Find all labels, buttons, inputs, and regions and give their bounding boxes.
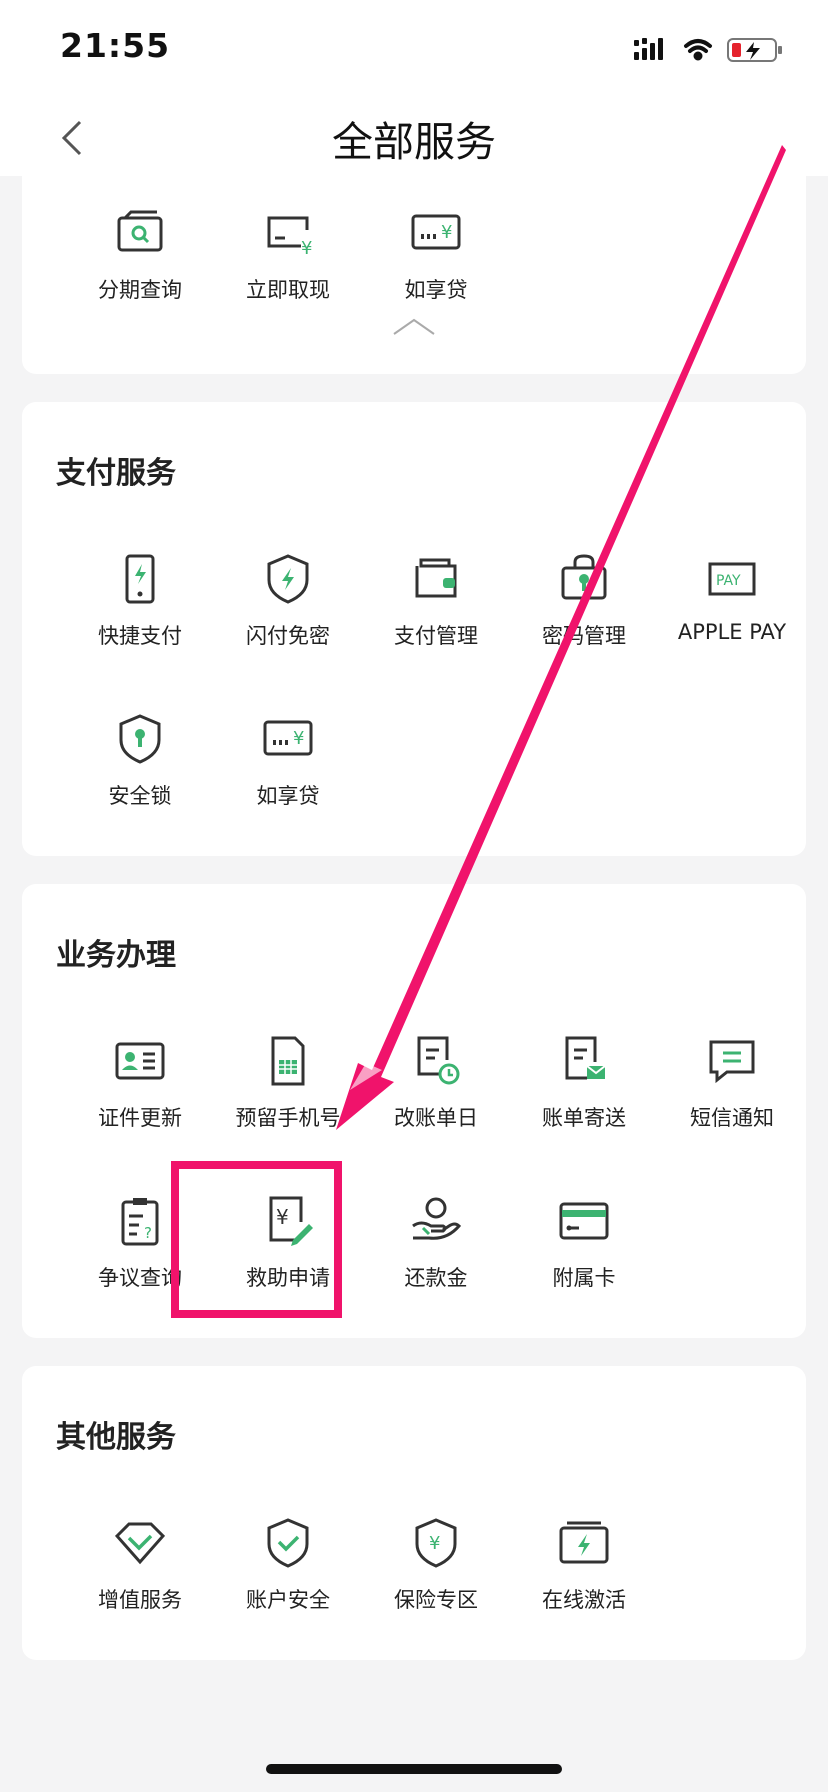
battery-icon bbox=[727, 38, 782, 62]
service-label: 短信通知 bbox=[690, 1106, 774, 1130]
section-title: 其他服务 bbox=[56, 1420, 176, 1455]
service-item-value-added[interactable]: 增值服务 bbox=[66, 1516, 214, 1636]
loan-icon: ¥ bbox=[263, 720, 313, 756]
nav-bar: 全部服务 bbox=[0, 100, 828, 176]
payment-services-card: 支付服务 快捷支付 闪付免密 支付管理 密码管理 PAY APPLE PAY 安… bbox=[22, 402, 806, 856]
section-title: 支付服务 bbox=[56, 456, 176, 491]
service-item-loan-2[interactable]: ¥ 如享贷 bbox=[214, 712, 362, 832]
status-bar: 21:55 bbox=[0, 0, 828, 100]
service-item-quick-pay[interactable]: 快捷支付 bbox=[66, 552, 214, 672]
svg-text:PAY: PAY bbox=[716, 573, 741, 589]
id-card-icon bbox=[115, 1042, 165, 1080]
service-label: 密码管理 bbox=[542, 624, 626, 648]
service-item-repayment-fund[interactable]: 还款金 bbox=[362, 1194, 510, 1314]
service-item-loan[interactable]: ¥ 如享贷 bbox=[362, 206, 510, 326]
repayment-icon bbox=[412, 1197, 462, 1240]
service-label: 保险专区 bbox=[394, 1588, 478, 1612]
service-item-installment-query[interactable]: 分期查询 bbox=[66, 206, 214, 326]
service-label: 支付管理 bbox=[394, 624, 478, 648]
service-label: 快捷支付 bbox=[98, 624, 182, 648]
service-label: 改账单日 bbox=[394, 1106, 478, 1130]
highlight-box bbox=[171, 1161, 342, 1318]
dispute-icon: ? bbox=[121, 1198, 159, 1246]
activate-card-icon bbox=[559, 1521, 609, 1564]
service-label: 如享贷 bbox=[256, 784, 320, 808]
wallet-icon bbox=[415, 558, 457, 598]
loan-services-card: 分期查询 ¥ 立即取现 ¥ 如享贷 bbox=[22, 176, 806, 374]
service-item-apple-pay[interactable]: PAY APPLE PAY bbox=[658, 552, 806, 672]
service-label: 预留手机号 bbox=[235, 1106, 341, 1130]
home-indicator bbox=[266, 1764, 562, 1774]
service-label: 附属卡 bbox=[552, 1266, 616, 1290]
service-label: 账户安全 bbox=[246, 1588, 330, 1612]
insurance-icon: ¥ bbox=[415, 1518, 457, 1568]
service-item-bill-delivery[interactable]: 账单寄送 bbox=[510, 1034, 658, 1154]
service-item-password-management[interactable]: 密码管理 bbox=[510, 552, 658, 672]
signal-icon bbox=[634, 38, 663, 60]
other-services-card: 其他服务 增值服务 账户安全 ¥ 保险专区 在线激活 bbox=[22, 1366, 806, 1660]
installment-query-icon bbox=[117, 210, 163, 252]
service-label: 闪付免密 bbox=[246, 624, 330, 648]
service-item-change-bill-date[interactable]: 改账单日 bbox=[362, 1034, 510, 1154]
service-label: APPLE PAY bbox=[677, 620, 787, 644]
cash-withdraw-icon: ¥ bbox=[267, 216, 312, 259]
service-label: 立即取现 bbox=[246, 278, 330, 302]
supplementary-card-icon bbox=[559, 1202, 609, 1240]
service-label: 增值服务 bbox=[98, 1588, 182, 1612]
service-label: 如享贷 bbox=[404, 278, 468, 302]
sim-card-icon bbox=[271, 1036, 305, 1086]
sms-icon bbox=[709, 1040, 755, 1084]
service-item-insurance[interactable]: ¥ 保险专区 bbox=[362, 1516, 510, 1636]
service-item-flash-pay[interactable]: 闪付免密 bbox=[214, 552, 362, 672]
loan-icon: ¥ bbox=[411, 214, 461, 250]
bill-mail-icon bbox=[565, 1036, 606, 1080]
service-item-supplementary-card[interactable]: 附属卡 bbox=[510, 1194, 658, 1314]
status-time: 21:55 bbox=[60, 26, 171, 65]
svg-text:¥: ¥ bbox=[441, 222, 452, 243]
page-title: 全部服务 bbox=[332, 118, 496, 166]
quick-pay-icon bbox=[125, 554, 155, 604]
service-item-id-update[interactable]: 证件更新 bbox=[66, 1034, 214, 1154]
service-label: 在线激活 bbox=[542, 1588, 626, 1612]
service-label: 分期查询 bbox=[98, 278, 182, 302]
flash-pay-icon bbox=[267, 554, 309, 604]
security-lock-icon bbox=[119, 714, 161, 764]
svg-text:?: ? bbox=[144, 1224, 152, 1242]
svg-text:¥: ¥ bbox=[293, 728, 304, 749]
bill-date-icon bbox=[417, 1036, 460, 1085]
section-title: 业务办理 bbox=[56, 938, 176, 973]
service-item-reserved-phone[interactable]: 预留手机号 bbox=[214, 1034, 362, 1154]
diamond-icon bbox=[114, 1522, 166, 1565]
service-item-security-lock[interactable]: 安全锁 bbox=[66, 712, 214, 832]
collapse-chevron-up-icon[interactable] bbox=[392, 316, 436, 336]
service-item-online-activation[interactable]: 在线激活 bbox=[510, 1516, 658, 1636]
svg-text:¥: ¥ bbox=[301, 238, 312, 259]
wifi-icon bbox=[684, 39, 712, 61]
service-label: 账单寄送 bbox=[542, 1106, 626, 1130]
service-label: 安全锁 bbox=[108, 784, 172, 808]
svg-text:¥: ¥ bbox=[429, 1533, 440, 1554]
business-services-card: 业务办理 证件更新 预留手机号 改账单日 账单寄送 短信通知 ? 争议查询 ¥ … bbox=[22, 884, 806, 1338]
service-item-cash-withdraw[interactable]: ¥ 立即取现 bbox=[214, 206, 362, 326]
service-label: 证件更新 bbox=[98, 1106, 182, 1130]
password-icon bbox=[561, 554, 607, 600]
apple-pay-icon: PAY bbox=[708, 562, 756, 596]
status-icons bbox=[634, 38, 782, 62]
service-item-account-security[interactable]: 账户安全 bbox=[214, 1516, 362, 1636]
shield-check-icon bbox=[267, 1518, 309, 1568]
service-item-sms-notify[interactable]: 短信通知 bbox=[658, 1034, 806, 1154]
service-item-payment-management[interactable]: 支付管理 bbox=[362, 552, 510, 672]
service-label: 还款金 bbox=[404, 1266, 468, 1290]
